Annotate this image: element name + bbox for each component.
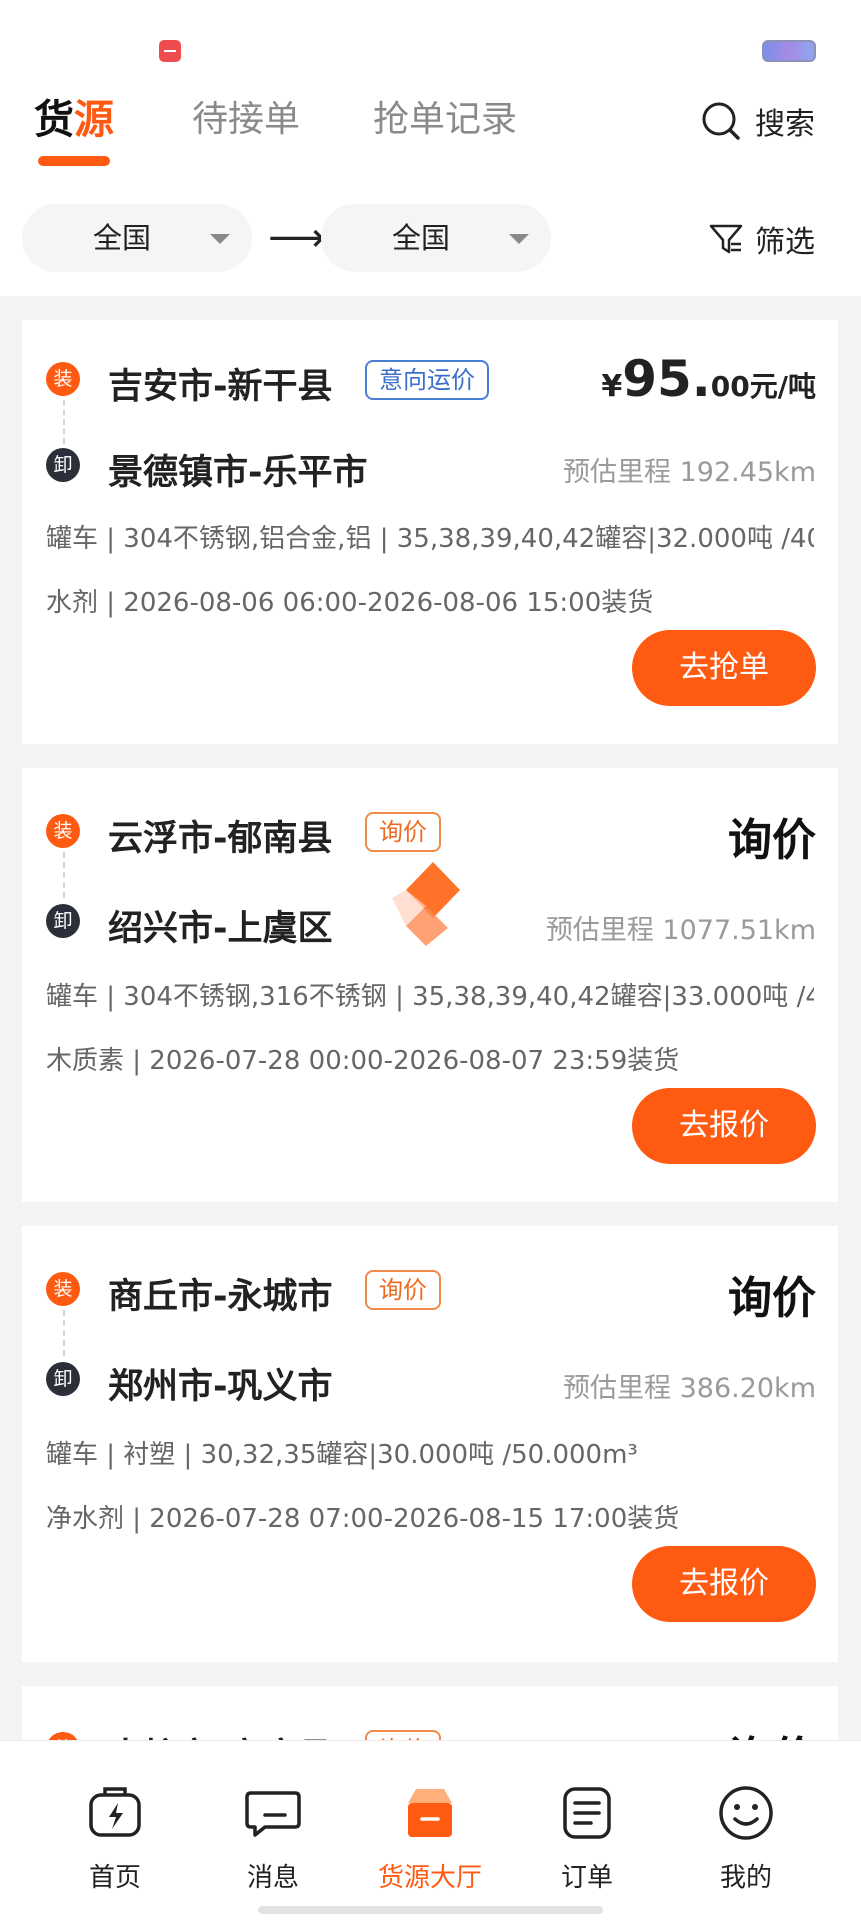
app-notification-icon	[159, 40, 181, 62]
nav-home-label: 首页	[88, 1863, 141, 1893]
route-connector	[63, 852, 65, 898]
distance: 预估里程 192.45km	[563, 457, 816, 488]
cargo-schedule: 水剂 | 2026-08-06 06:00-2026-08-06 15:00装货	[46, 588, 654, 618]
destination-select[interactable]: 全国	[321, 204, 551, 272]
search-icon	[702, 102, 740, 140]
nav-orders-label: 订单	[560, 1863, 613, 1893]
filter-label: 筛选	[755, 225, 815, 260]
unload-badge: 卸	[46, 904, 80, 938]
price-symbol: ¥	[601, 369, 623, 404]
search-button[interactable]: 搜索	[701, 96, 815, 146]
tab-underline	[38, 156, 110, 166]
quote-button[interactable]: 去报价	[632, 1088, 816, 1164]
grab-order-button[interactable]: 去抢单	[632, 630, 816, 706]
tab-cargo-source[interactable]: 货源	[34, 90, 114, 150]
load-badge: 装	[46, 814, 80, 848]
search-label: 搜索	[755, 107, 815, 142]
cargo-card[interactable]: 装 吉安市-新干县 意向运价 ¥95.00元/吨 卸 景德镇市-乐平市 预估里程…	[22, 320, 838, 744]
caret-down-icon	[509, 234, 529, 244]
price-tag: 询价	[365, 812, 441, 852]
price-tag: 询价	[365, 1270, 441, 1310]
price: ¥95.00元/吨	[601, 350, 816, 408]
destination-city: 景德镇市-乐平市	[108, 453, 368, 493]
price-tag: 意向运价	[365, 360, 489, 400]
battery-icon	[762, 40, 816, 62]
filter-icon	[709, 224, 743, 254]
tab-grab-records[interactable]: 抢单记录	[373, 90, 517, 150]
load-badge: 装	[46, 362, 80, 396]
destination-city: 郑州市-巩义市	[108, 1367, 333, 1407]
message-icon	[245, 1791, 301, 1837]
arrow-right-icon: ⟶	[268, 215, 326, 261]
bottom-nav: 首页 消息 货源大厅 订单 我的	[0, 1740, 861, 1920]
nav-messages-label: 消息	[246, 1863, 299, 1893]
quote-button[interactable]: 去报价	[632, 1546, 816, 1622]
home-bolt-icon	[89, 1787, 141, 1837]
origin-city: 商丘市-永城市	[108, 1277, 333, 1317]
destination-city: 绍兴市-上虞区	[108, 909, 333, 949]
tab-cargo-source-label-b: 源	[74, 97, 114, 143]
route-connector	[63, 400, 65, 444]
cargo-card[interactable]: 装 商丘市-永城市 询价 询价 卸 郑州市-巩义市 预估里程 386.20km …	[22, 1226, 838, 1662]
vehicle-info: 罐车 | 衬塑 | 30,32,35罐容|30.000吨 /50.000m³	[46, 1440, 638, 1470]
price-inquiry: 询价	[728, 815, 816, 866]
cargo-schedule: 净水剂 | 2026-07-28 07:00-2026-08-15 17:00装…	[46, 1504, 680, 1534]
origin-city: 吉安市-新干县	[108, 367, 333, 407]
tab-pending-orders[interactable]: 待接单	[192, 90, 300, 150]
status-bar	[0, 0, 861, 80]
distance: 预估里程 386.20km	[563, 1373, 816, 1404]
cargo-box-icon	[408, 1789, 452, 1837]
route-filters: 全国 ⟶ 全国 筛选	[0, 204, 861, 274]
home-indicator	[258, 1906, 603, 1914]
logo-watermark-icon	[392, 862, 460, 946]
cargo-schedule: 木质素 | 2026-07-28 00:00-2026-08-07 23:59装…	[46, 1046, 680, 1076]
distance: 预估里程 1077.51km	[545, 915, 816, 946]
vehicle-info: 罐车 | 304不锈钢,316不锈钢 | 35,38,39,40,42罐容|33…	[46, 982, 814, 1012]
nav-cargo-hall-label: 货源大厅	[377, 1863, 482, 1893]
cargo-card[interactable]: 装 云浮市-郁南县 询价 询价 卸 绍兴市-上虞区 预估里程 1077.51km…	[22, 768, 838, 1202]
header: 货源 待接单 抢单记录 搜索 全国 ⟶ 全国 筛选	[0, 0, 861, 296]
filter-button[interactable]: 筛选	[707, 214, 815, 264]
tab-cargo-source-label-a: 货	[34, 97, 74, 143]
nav-home[interactable]: 首页	[55, 1741, 175, 1893]
route-connector	[63, 1310, 65, 1356]
vehicle-info: 罐车 | 304不锈钢,铝合金,铝 | 35,38,39,40,42罐容|32.…	[46, 524, 814, 554]
origin-select[interactable]: 全国	[22, 204, 252, 272]
top-tabs: 货源 待接单 抢单记录 搜索	[0, 90, 861, 180]
destination-label: 全国	[391, 221, 450, 255]
unload-badge: 卸	[46, 448, 80, 482]
nav-orders[interactable]: 订单	[527, 1741, 647, 1893]
nav-cargo-hall[interactable]: 货源大厅	[370, 1741, 490, 1893]
origin-label: 全国	[92, 221, 151, 255]
nav-profile[interactable]: 我的	[686, 1741, 806, 1893]
price-inquiry: 询价	[728, 1273, 816, 1324]
origin-city: 云浮市-郁南县	[108, 819, 333, 859]
price-unit: 00元/吨	[710, 370, 816, 403]
nav-profile-label: 我的	[719, 1863, 772, 1893]
price-integer: 95.	[622, 350, 711, 408]
unload-badge: 卸	[46, 1362, 80, 1396]
smiley-face-icon	[719, 1786, 773, 1840]
caret-down-icon	[210, 234, 230, 244]
order-list-icon	[563, 1787, 611, 1839]
load-badge: 装	[46, 1272, 80, 1306]
nav-messages[interactable]: 消息	[213, 1741, 333, 1893]
